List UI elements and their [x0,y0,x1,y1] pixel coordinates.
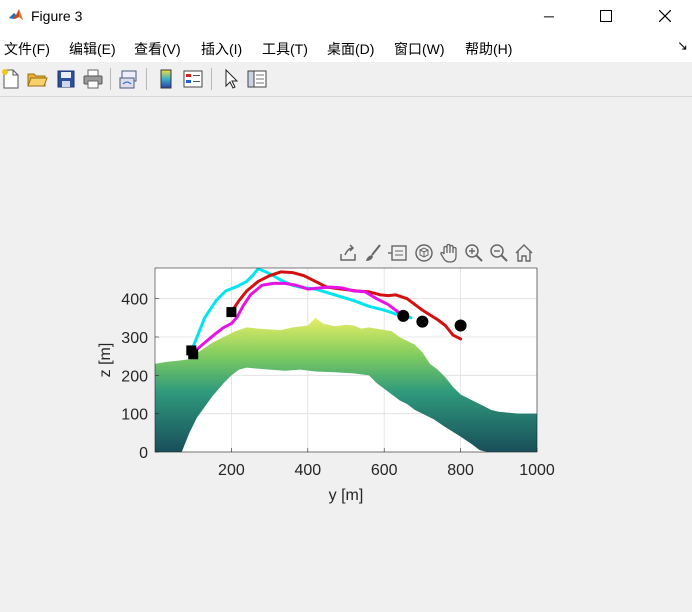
x-axis-label: y [m] [329,487,364,504]
x-tick-label: 800 [447,462,474,479]
end-marker [397,309,410,322]
zoom-in-icon[interactable] [463,242,485,264]
y-tick-label: 400 [121,292,148,309]
x-tick-label: 1000 [519,462,555,479]
rotate-3d-icon[interactable] [413,242,435,264]
y-tick-label: 300 [121,330,148,347]
start-marker [226,307,237,318]
plot-canvas: 200 400 600 800 1000 0 100 200 300 400 y [m] z [m… [97,267,555,504]
x-tick-label: 400 [294,462,321,479]
y-tick-label: 0 [139,445,148,462]
brush-icon[interactable] [362,242,384,264]
data-tips-icon[interactable] [387,242,409,264]
zoom-out-icon[interactable] [488,242,510,264]
y-tick-label: 200 [121,368,148,385]
export-icon[interactable] [337,242,359,264]
end-marker [454,319,467,332]
start-marker [188,349,199,360]
x-tick-label: 600 [371,462,398,479]
x-tick-label: 200 [218,462,245,479]
y-axis-label: z [m] [97,343,114,378]
end-marker [416,315,429,328]
home-icon[interactable] [513,242,535,264]
y-tick-label: 100 [121,407,148,424]
pan-icon[interactable] [438,242,460,264]
axes-toolbar [337,242,537,266]
